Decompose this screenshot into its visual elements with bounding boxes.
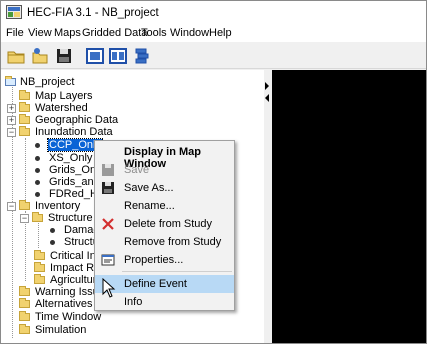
menu-item-label: Info (124, 296, 143, 308)
map-window[interactable] (272, 70, 426, 343)
folder-icon (19, 298, 30, 308)
folder-icon (19, 324, 30, 334)
menu-rename[interactable]: Rename... (95, 197, 234, 215)
menu-item-label: Properties... (124, 254, 184, 266)
project-icon (5, 76, 16, 86)
map-layers-icon[interactable] (108, 46, 128, 66)
tree-label: Grids_Onl (49, 164, 99, 176)
menu-separator (122, 271, 232, 272)
toolbar (1, 43, 426, 69)
menu-properties[interactable]: Properties... (95, 251, 234, 269)
properties-icon (101, 253, 115, 267)
tree-label: Map Layers (35, 90, 93, 102)
title-bar: HEC-FIA 3.1 - NB_project (1, 1, 426, 26)
menu-item-label: Rename... (124, 200, 175, 212)
folder-icon (34, 274, 45, 284)
open-folder-icon[interactable] (6, 46, 26, 66)
menu-item-label: Save As... (124, 182, 174, 194)
menu-tools[interactable]: Tools (141, 27, 167, 39)
application-window: HEC-FIA 3.1 - NB_project File View Maps … (0, 0, 427, 344)
menu-maps[interactable]: Maps (54, 27, 81, 39)
menu-item-label: Save (124, 164, 150, 176)
bullet-icon (50, 240, 55, 245)
menu-item-label: Remove from Study (124, 236, 222, 248)
folder-icon (34, 250, 45, 260)
menu-bar: File View Maps Gridded Data Tools Window… (1, 26, 426, 42)
folder-icon (19, 200, 30, 210)
mouse-pointer-icon (102, 277, 116, 298)
folder-icon (19, 126, 30, 136)
window-title: HEC-FIA 3.1 - NB_project (27, 7, 159, 19)
collapse-minus-icon[interactable]: − (20, 214, 29, 223)
folder-icon (32, 212, 43, 222)
folder-icon (19, 311, 30, 321)
tree-label: Alternatives (35, 298, 93, 310)
menu-view[interactable]: View (28, 27, 52, 39)
menu-save[interactable]: Save (95, 161, 234, 179)
save-icon[interactable] (54, 46, 74, 66)
bullet-icon (35, 192, 40, 197)
menu-save-as[interactable]: Save As... (95, 179, 234, 197)
folder-icon (19, 114, 30, 124)
tree-connector (25, 138, 26, 200)
menu-item-label: Delete from Study (124, 218, 213, 230)
collapse-left-arrow-icon[interactable] (265, 94, 269, 102)
tree-label: Time Window (35, 311, 102, 323)
save-as-icon (101, 181, 115, 195)
menu-remove-from-study[interactable]: Remove from Study (95, 233, 234, 251)
bullet-icon (35, 143, 40, 148)
hec-fia-app-icon (6, 5, 22, 19)
map-icon[interactable] (85, 46, 105, 66)
tree-label: Watershed (35, 102, 88, 114)
menu-item-label: Define Event (124, 278, 187, 290)
menu-gridded-data[interactable]: Gridded Data (82, 27, 147, 39)
bullet-icon (35, 168, 40, 173)
tree-label: FDRed_H (49, 188, 98, 200)
tree-label: Grids_and (49, 176, 100, 188)
menu-window[interactable]: Window (170, 27, 209, 39)
pane-splitter[interactable] (264, 70, 272, 343)
collapse-minus-icon[interactable]: − (7, 128, 16, 137)
tree-label: Inventory (35, 200, 81, 212)
menu-help[interactable]: Help (209, 27, 232, 39)
tree-label: Inundation Data (35, 126, 113, 138)
folder-icon (34, 262, 45, 272)
expand-plus-icon[interactable]: + (7, 104, 16, 113)
menu-display-in-map-window[interactable]: Display in Map Window (95, 143, 234, 170)
tree-label: Geographic Data (35, 114, 119, 126)
folder-icon (19, 90, 30, 100)
save-icon (101, 163, 115, 177)
folder-icon (19, 102, 30, 112)
tree-label: Impact Re (50, 262, 101, 274)
bullet-icon (35, 180, 40, 185)
expand-plus-icon[interactable]: + (7, 116, 16, 125)
menu-file[interactable]: File (6, 27, 24, 39)
tree-label: NB_project (20, 76, 75, 88)
tree-label: XS_Only (49, 152, 93, 164)
bullet-icon (50, 228, 55, 233)
menu-delete-from-study[interactable]: Delete from Study (95, 215, 234, 233)
tree-connector (38, 223, 39, 248)
collapse-minus-icon[interactable]: − (7, 202, 16, 211)
folder-icon (19, 286, 30, 296)
layers-stack-icon[interactable] (132, 46, 152, 66)
tree-label: Simulation (35, 324, 87, 336)
tree-label: Structure I (48, 212, 99, 224)
delete-x-icon (101, 217, 115, 231)
open-study-icon[interactable] (30, 46, 50, 66)
bullet-icon (35, 156, 40, 161)
collapse-right-arrow-icon[interactable] (265, 82, 269, 90)
